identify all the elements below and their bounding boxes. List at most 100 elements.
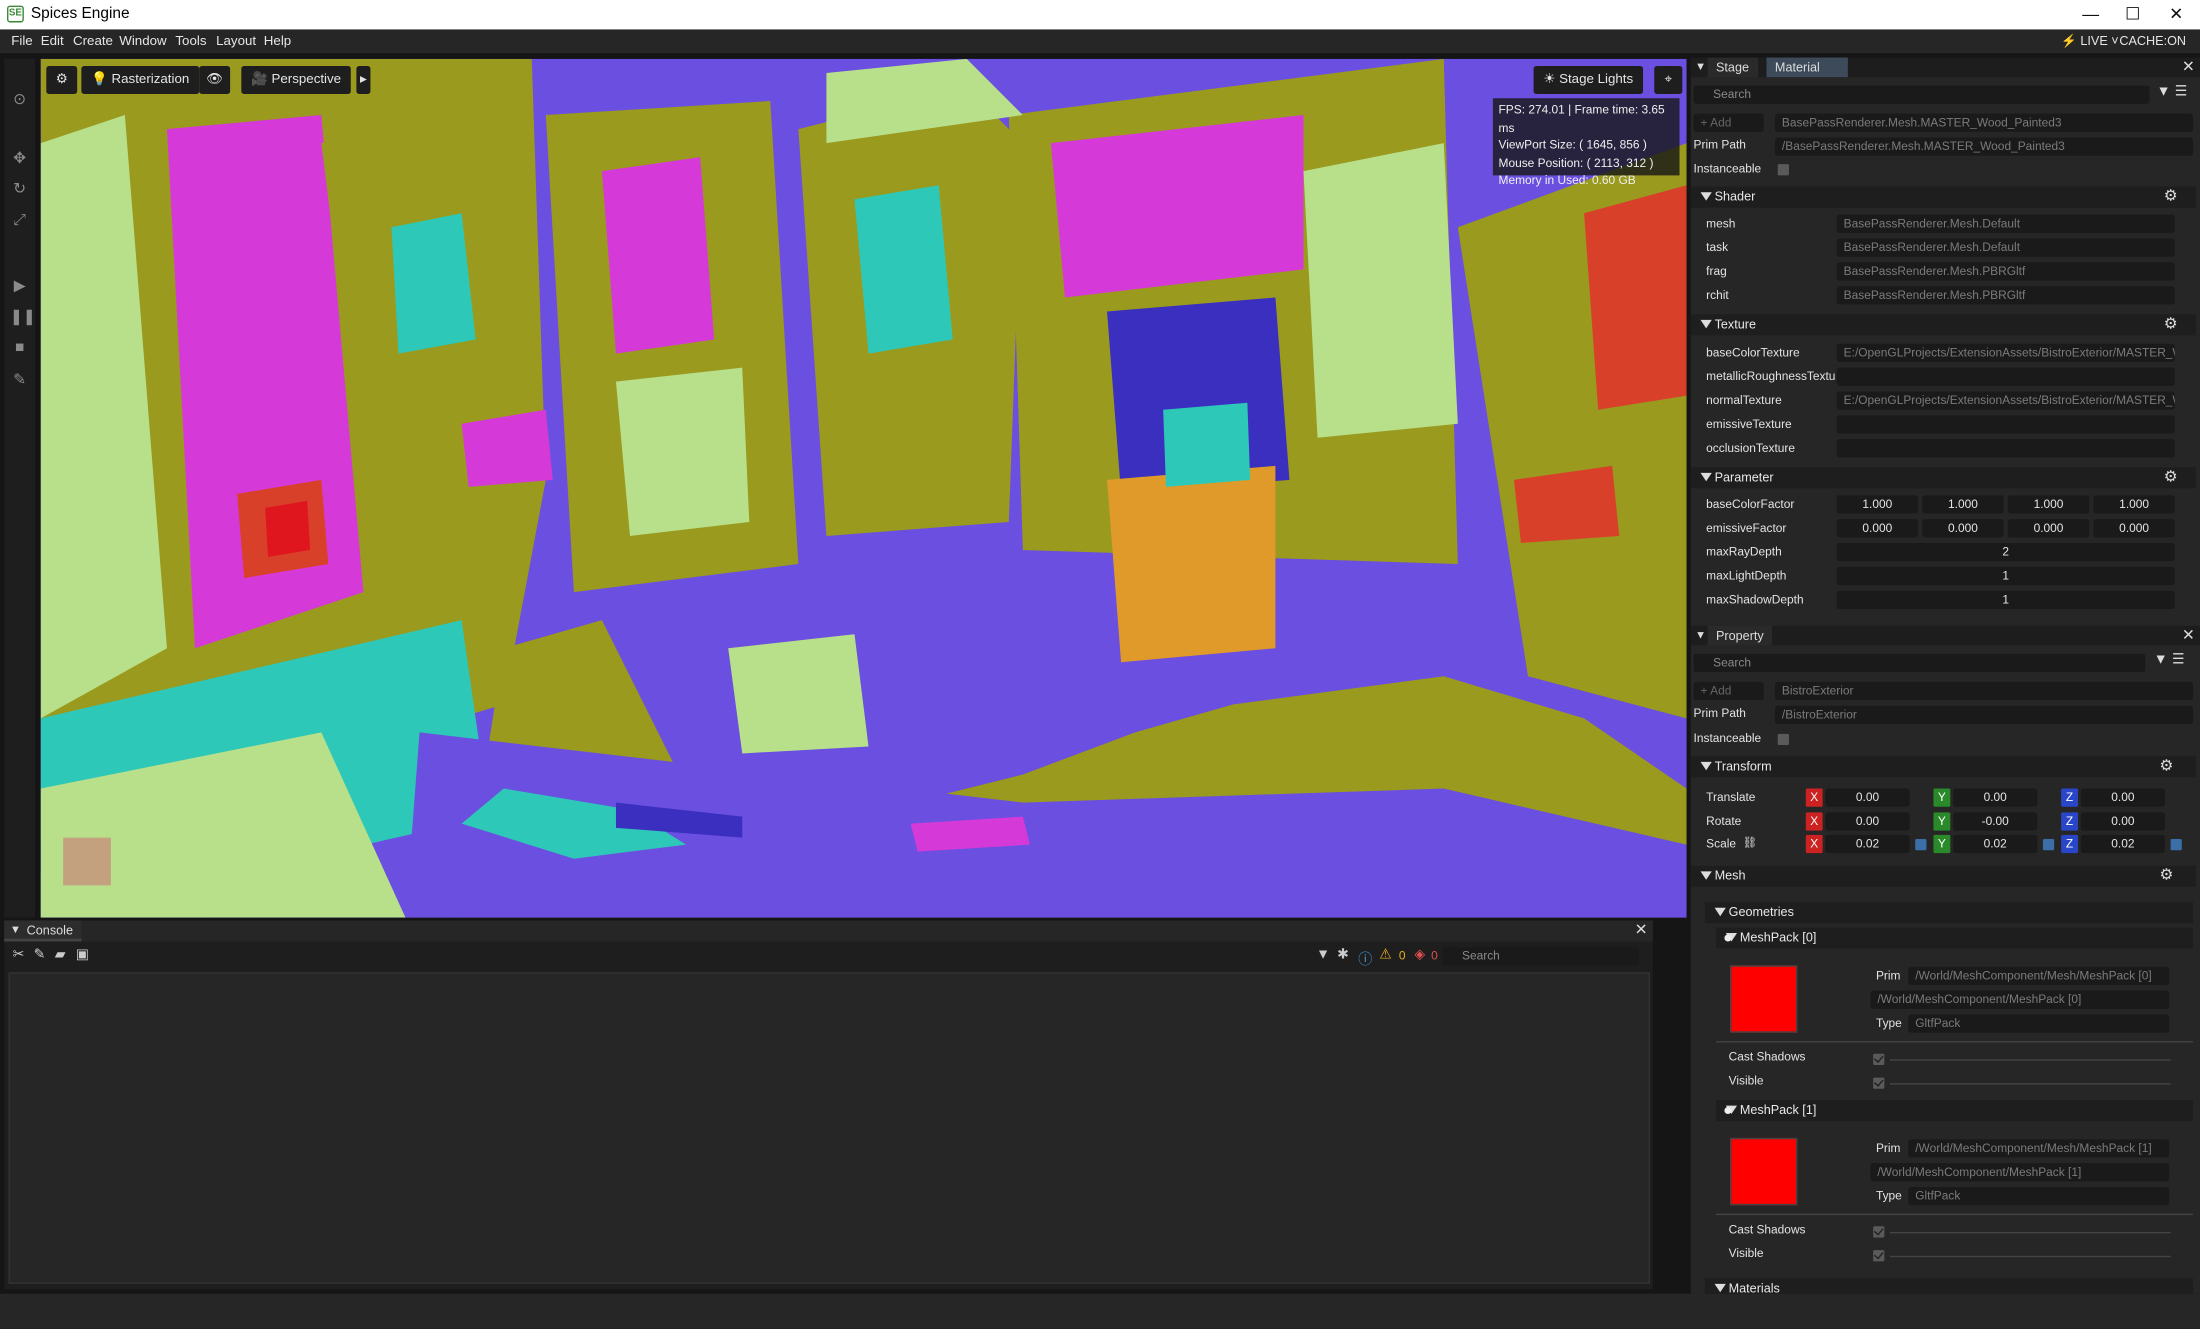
transform-scale-x[interactable]: 0.02: [1825, 834, 1910, 854]
emissive-factor-g[interactable]: 0.000: [1922, 519, 2004, 538]
console-log-area[interactable]: [8, 972, 1651, 1284]
shader-section-header[interactable]: Shader ⚙: [1690, 186, 2196, 208]
texture-4-field[interactable]: [1836, 439, 2175, 458]
brush-icon[interactable]: ✎: [10, 370, 30, 390]
base-color-factor-g[interactable]: 1.000: [1922, 495, 2004, 514]
asterisk-icon[interactable]: ✱: [1337, 947, 1349, 962]
info-icon[interactable]: ⓘ: [1358, 947, 1372, 968]
geometries-section-header[interactable]: Geometries: [1704, 902, 2194, 924]
meshpack-color-swatch[interactable]: [1730, 965, 1798, 1033]
base-color-factor-r[interactable]: 1.000: [1836, 495, 1919, 514]
prim-path-field[interactable]: /BistroExterior: [1774, 705, 2194, 724]
transform-translate-y[interactable]: 0.00: [1953, 788, 2038, 807]
menu-help[interactable]: Help: [264, 34, 291, 49]
prim-path-field[interactable]: /BasePassRenderer.Mesh.MASTER_Wood_Paint…: [1774, 137, 2194, 156]
prim-name-field[interactable]: BistroExterior: [1774, 681, 2194, 701]
material-search-input[interactable]: Search: [1693, 85, 2150, 104]
link-icon[interactable]: ⛓: [1743, 836, 1757, 849]
minimize-button[interactable]: —: [2070, 3, 2112, 27]
pause-icon[interactable]: ❚❚: [10, 307, 36, 327]
shader-frag-field[interactable]: BasePassRenderer.Mesh.PBRGltf: [1836, 262, 2175, 281]
close-button[interactable]: ✕: [2155, 3, 2197, 27]
menu-tools[interactable]: Tools: [175, 34, 206, 49]
stop-icon[interactable]: ■: [10, 338, 30, 358]
location-pin-icon[interactable]: ⌖: [1654, 65, 1683, 95]
property-search-input[interactable]: Search: [1693, 653, 2146, 673]
transform-rotate-z[interactable]: 0.00: [2080, 811, 2165, 830]
texture-1-field[interactable]: [1836, 367, 2175, 386]
slider-track[interactable]: [1889, 1255, 2171, 1258]
visible-checkbox[interactable]: [1873, 1250, 1885, 1262]
panel-menu-icon[interactable]: ▼: [1695, 60, 1706, 73]
shader-mesh-field[interactable]: BasePassRenderer.Mesh.Default: [1836, 214, 2175, 233]
parameter-section-header[interactable]: Parameter ⚙: [1690, 467, 2196, 489]
max-light-depth-field[interactable]: 1: [1836, 566, 2175, 586]
close-panel-icon[interactable]: ✕: [2182, 626, 2195, 644]
prim-field[interactable]: /World/MeshComponent/Mesh/MeshPack [0]: [1908, 966, 2170, 985]
transform-scale-z[interactable]: 0.02: [2080, 834, 2165, 854]
transform-rotate-x[interactable]: 0.00: [1825, 811, 1910, 830]
edit-icon[interactable]: ✎: [34, 947, 46, 962]
instanceable-checkbox[interactable]: [1777, 164, 1789, 176]
warning-icon[interactable]: ⚠: [1379, 947, 1392, 962]
max-ray-depth-field[interactable]: 2: [1836, 542, 2175, 562]
transform-translate-x[interactable]: 0.00: [1825, 788, 1910, 807]
emissive-factor-a[interactable]: 0.000: [2093, 519, 2175, 538]
chevron-right-icon[interactable]: ▸: [356, 65, 371, 95]
move-tool-icon[interactable]: ✥: [10, 149, 30, 169]
instanceable-checkbox[interactable]: [1777, 733, 1789, 746]
meshpack-header[interactable]: MeshPack [1]: [1715, 1100, 2194, 1122]
add-button[interactable]: + Add: [1693, 681, 1764, 701]
list-icon[interactable]: ☰: [2175, 84, 2188, 99]
transform-translate-z[interactable]: 0.00: [2080, 788, 2165, 807]
transform-rotate-y[interactable]: -0.00: [1953, 811, 2038, 830]
menu-file[interactable]: File: [11, 34, 32, 49]
material-name-field[interactable]: BasePassRenderer.Mesh.MASTER_Wood_Painte…: [1774, 113, 2194, 132]
materials-section-header[interactable]: Materials: [1704, 1278, 2194, 1294]
scale-z-lock[interactable]: [2170, 839, 2182, 851]
prim-path-field[interactable]: /World/MeshComponent/MeshPack [1]: [1870, 1163, 2170, 1182]
tab-property[interactable]: Property: [1707, 625, 1773, 646]
shader-task-field[interactable]: BasePassRenderer.Mesh.Default: [1836, 238, 2175, 257]
panel-menu-icon[interactable]: ▼: [10, 923, 21, 936]
gear-icon[interactable]: ⚙: [2164, 188, 2178, 206]
texture-0-field[interactable]: E:/OpenGLProjects/ExtensionAssets/Bistro…: [1836, 343, 2175, 362]
filter-icon[interactable]: ▼: [2154, 652, 2168, 667]
slider-track[interactable]: [1889, 1059, 2171, 1061]
tab-stage[interactable]: Stage: [1707, 57, 1758, 78]
shader-rchit-field[interactable]: BasePassRenderer.Mesh.PBRGltf: [1836, 286, 2175, 305]
scale-y-lock[interactable]: [2042, 839, 2055, 851]
console-search-input[interactable]: Search: [1442, 947, 1639, 966]
slider-track[interactable]: [1889, 1231, 2171, 1234]
viewport[interactable]: ⚙ 💡 Rasterization 👁 🎥 Perspective ▸ ☀ St…: [40, 58, 1687, 918]
texture-3-field[interactable]: [1836, 415, 2175, 434]
meshpack-color-swatch[interactable]: [1730, 1137, 1798, 1206]
visibility-eye-icon[interactable]: 👁: [199, 65, 231, 95]
type-field[interactable]: GltfPack: [1908, 1187, 2170, 1206]
prim-path-field[interactable]: /World/MeshComponent/MeshPack [0]: [1870, 990, 2170, 1009]
meshpack-header[interactable]: MeshPack [0]: [1715, 927, 2194, 949]
play-icon[interactable]: ▶: [10, 276, 30, 296]
error-icon[interactable]: ◈: [1414, 947, 1425, 962]
max-shadow-depth-field[interactable]: 1: [1836, 590, 2175, 609]
emissive-factor-b[interactable]: 0.000: [2007, 519, 2090, 538]
tab-material[interactable]: Material: [1766, 57, 1848, 78]
gear-icon[interactable]: ⚙: [2164, 469, 2178, 487]
slider-track[interactable]: [1889, 1083, 2171, 1085]
visible-checkbox[interactable]: [1873, 1077, 1885, 1089]
texture-section-header[interactable]: Texture ⚙: [1690, 314, 2196, 336]
list-icon[interactable]: ☰: [2172, 652, 2185, 667]
transform-section-header[interactable]: Transform ⚙: [1690, 756, 2196, 778]
viewport-settings-icon[interactable]: ⚙: [46, 65, 78, 95]
mesh-section-header[interactable]: Mesh ⚙: [1690, 865, 2196, 887]
live-toggle[interactable]: ⚡ LIVE ˅: [2061, 34, 2119, 49]
camera-dropdown[interactable]: 🎥 Perspective: [241, 65, 351, 95]
transform-scale-y[interactable]: 0.02: [1953, 834, 2038, 854]
camera-focus-icon[interactable]: ⊙: [10, 90, 30, 110]
filter-icon[interactable]: ▼: [1316, 947, 1330, 962]
rotate-tool-icon[interactable]: ↻: [10, 180, 30, 200]
cast-shadows-checkbox[interactable]: [1873, 1226, 1885, 1238]
type-field[interactable]: GltfPack: [1908, 1014, 2170, 1033]
cache-status[interactable]: CACHE:ON: [2119, 34, 2186, 48]
menu-layout[interactable]: Layout: [216, 34, 256, 49]
